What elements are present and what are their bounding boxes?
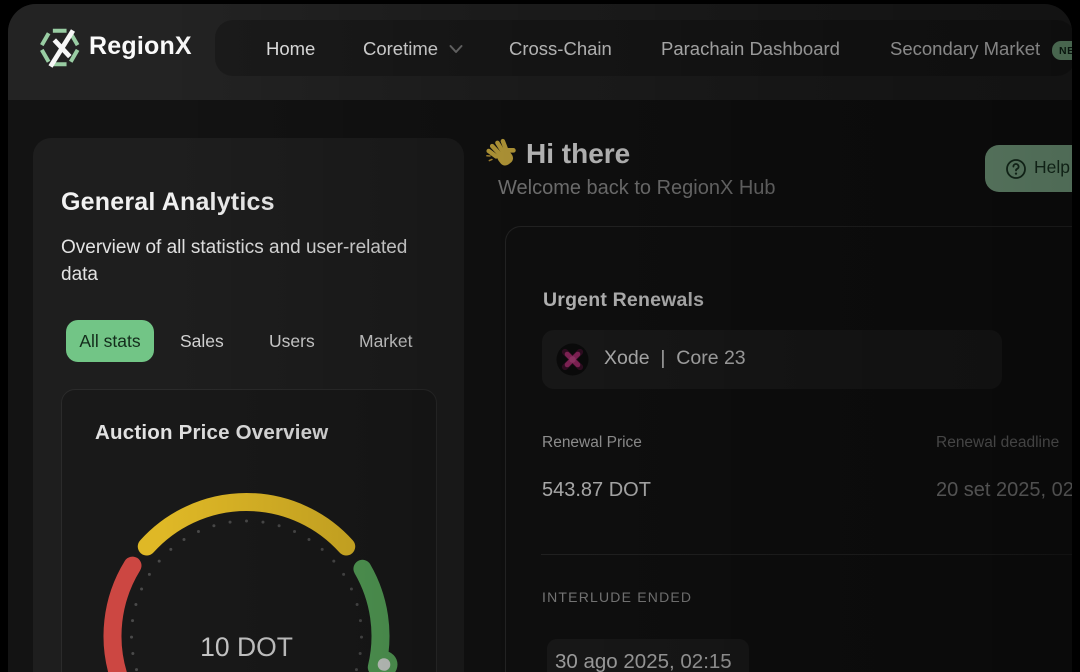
svg-text:10 DOT: 10 DOT: [200, 632, 293, 662]
